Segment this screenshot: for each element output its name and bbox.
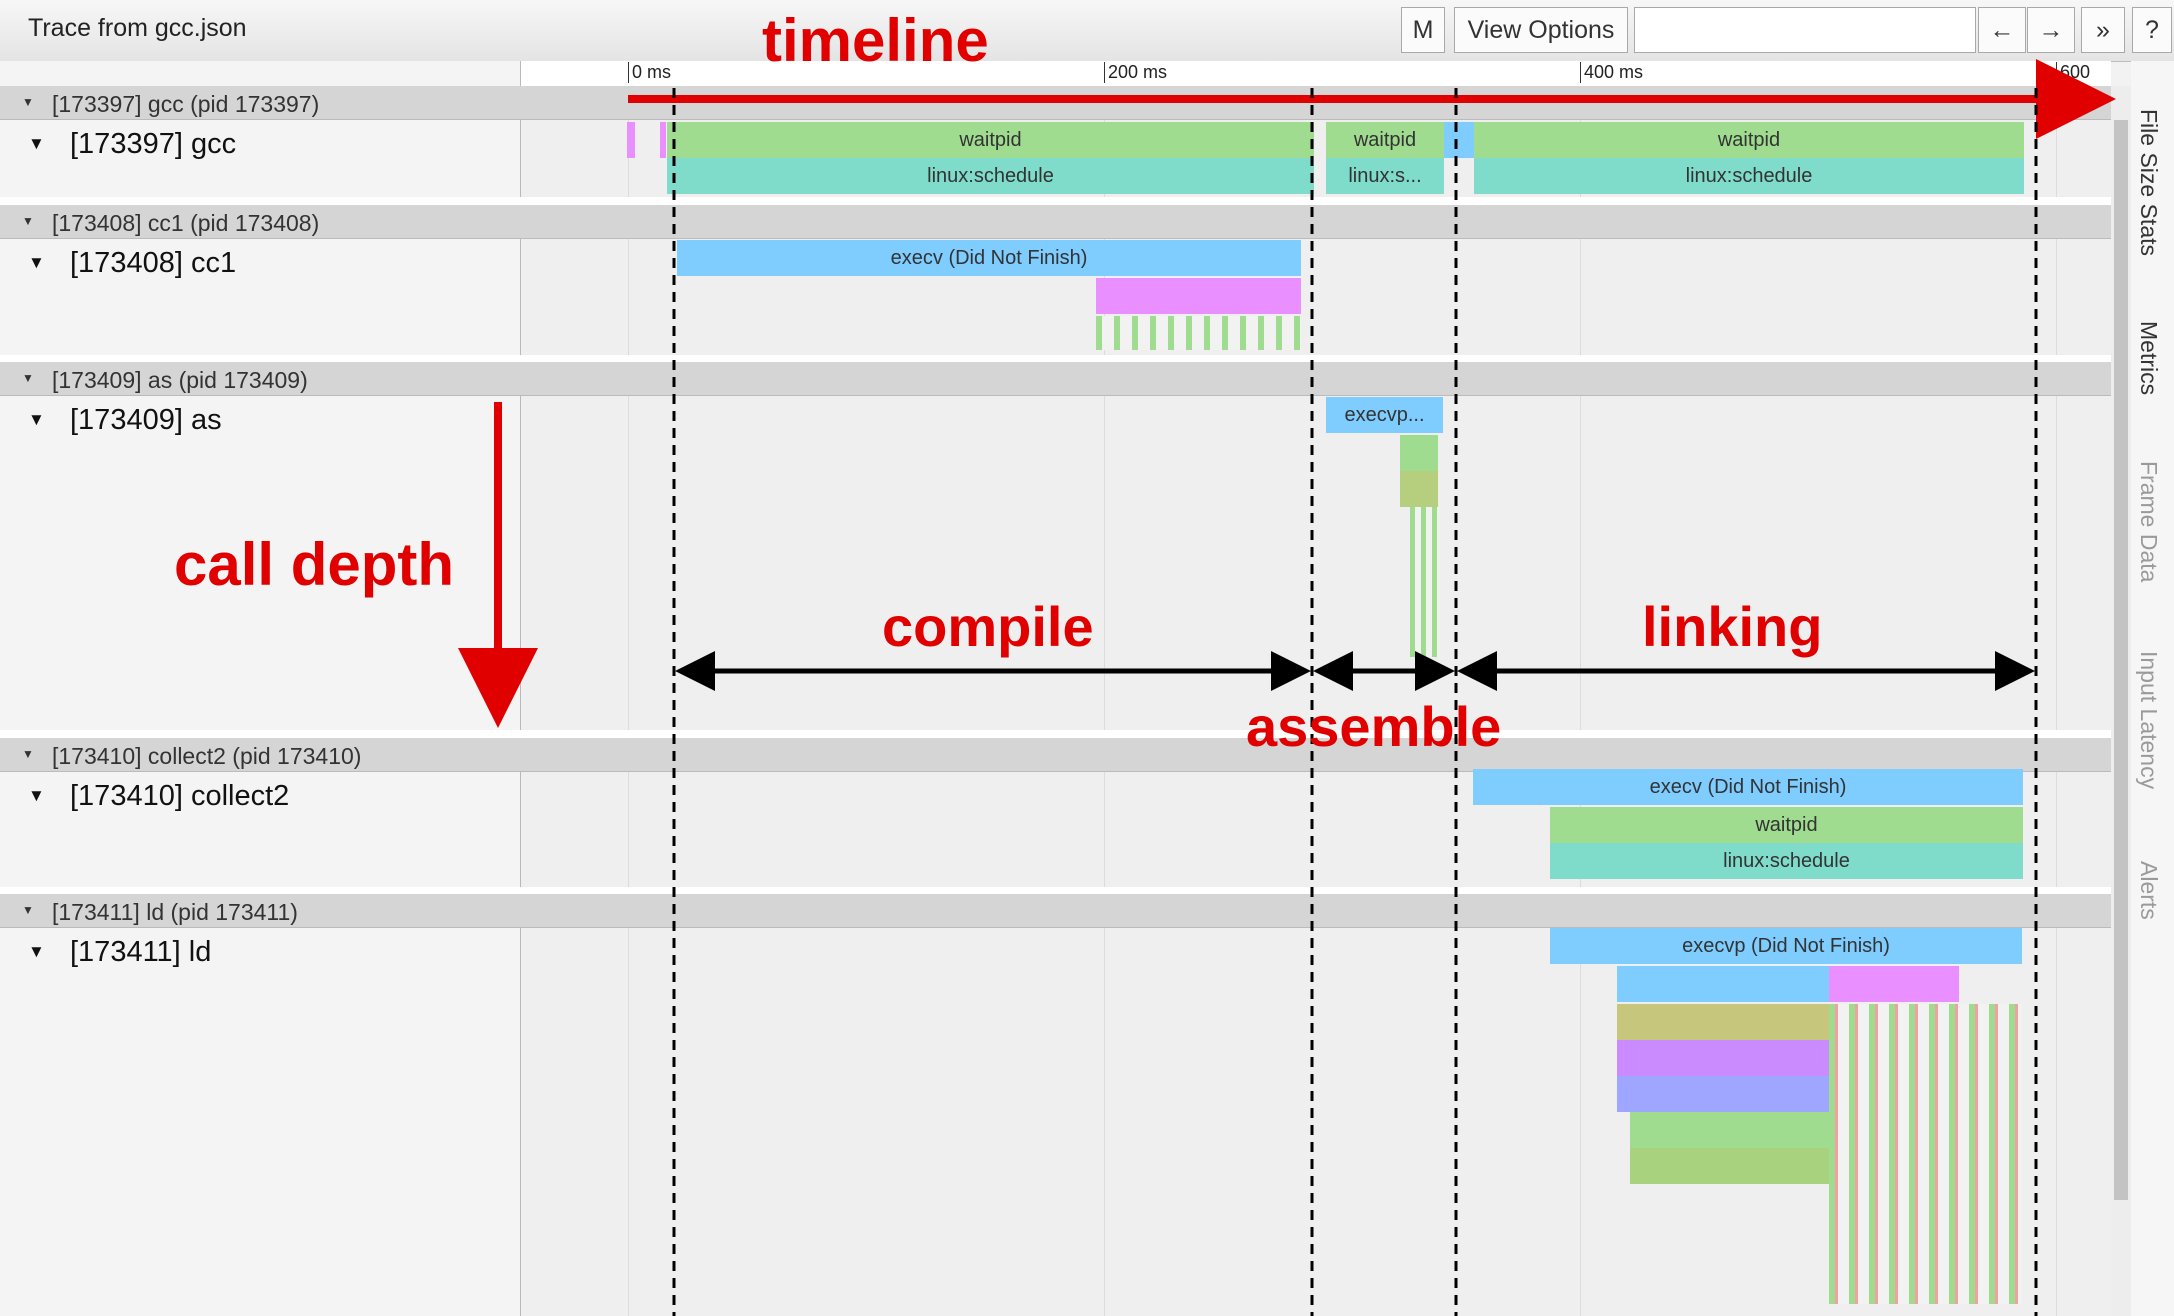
slice[interactable]	[1617, 966, 1829, 1002]
slice[interactable]	[660, 122, 666, 158]
search-input[interactable]	[1634, 7, 1976, 53]
expand-triangle-icon[interactable]: ▼	[22, 371, 34, 385]
help-button[interactable]: ?	[2132, 7, 2172, 53]
slice-waitpid[interactable]: waitpid	[1474, 122, 2024, 158]
prev-arrow-button[interactable]: ←	[1978, 7, 2026, 53]
slice[interactable]	[1400, 471, 1438, 507]
ruler-tick: 0 ms	[628, 62, 671, 83]
linking-label: linking	[1642, 595, 1823, 658]
slice-linux-schedule[interactable]: linux:schedule	[667, 158, 1314, 194]
slice-waitpid[interactable]: waitpid	[667, 122, 1314, 158]
compile-label: compile	[882, 595, 1094, 658]
thread-label-as: [173409] as	[70, 404, 222, 436]
slice-execv[interactable]: execv (Did Not Finish)	[677, 240, 1301, 276]
slice[interactable]	[1630, 1112, 1830, 1148]
time-ruler[interactable]: 0 ms 200 ms 400 ms 600 ms	[521, 61, 2111, 104]
slice-linux-schedule[interactable]: linux:s...	[1326, 158, 1444, 194]
call-depth-label: call depth	[174, 531, 455, 598]
slice[interactable]	[1617, 1004, 1829, 1040]
tab-input-latency[interactable]: Input Latency	[2135, 651, 2162, 789]
vertical-scrollbar[interactable]	[2111, 86, 2131, 1316]
slice[interactable]	[1829, 966, 1959, 1002]
ruler-tick: 400 ms	[1580, 62, 1643, 83]
process-header-ld[interactable]: ▼ [173411] ld (pid 173411)	[0, 894, 2111, 928]
expand-triangle-icon[interactable]: ▼	[22, 214, 34, 228]
slice-execv[interactable]: execv (Did Not Finish)	[1473, 769, 2023, 805]
toolbar: Trace from gcc.json M View Options ← → »…	[0, 0, 2174, 62]
side-panel-tabs: File Size Stats Metrics Frame Data Input…	[2131, 61, 2174, 1316]
slice-linux-schedule[interactable]: linux:schedule	[1550, 843, 2023, 879]
slice-linux-schedule[interactable]: linux:schedule	[1474, 158, 2024, 194]
thread-expand-icon[interactable]: ▼	[28, 134, 45, 154]
more-button[interactable]: »	[2081, 7, 2125, 53]
expand-triangle-icon[interactable]: ▼	[22, 95, 34, 109]
thread-label-ld: [173411] ld	[70, 936, 212, 968]
slice[interactable]	[1829, 1004, 2022, 1304]
slice[interactable]	[1410, 507, 1440, 657]
process-header-cc1[interactable]: ▼ [173408] cc1 (pid 173408)	[0, 205, 2111, 239]
slice[interactable]	[627, 122, 635, 158]
slice[interactable]	[1630, 1148, 1830, 1184]
slice[interactable]	[1400, 435, 1438, 471]
scrollbar-thumb[interactable]	[2114, 120, 2128, 1200]
trace-title: Trace from gcc.json	[28, 14, 247, 42]
thread-expand-icon[interactable]: ▼	[28, 410, 45, 430]
tab-alerts[interactable]: Alerts	[2135, 861, 2162, 920]
process-header-as[interactable]: ▼ [173409] as (pid 173409)	[0, 362, 2111, 396]
thread-expand-icon[interactable]: ▼	[28, 786, 45, 806]
expand-triangle-icon[interactable]: ▼	[22, 747, 34, 761]
expand-triangle-icon[interactable]: ▼	[22, 903, 34, 917]
tab-file-size-stats[interactable]: File Size Stats	[2135, 109, 2162, 256]
process-header-collect2[interactable]: ▼ [173410] collect2 (pid 173410)	[0, 738, 2111, 772]
ruler-tick: 200 ms	[1104, 62, 1167, 83]
slice[interactable]	[1617, 1076, 1829, 1112]
tab-metrics[interactable]: Metrics	[2135, 321, 2162, 395]
slice-waitpid[interactable]: waitpid	[1550, 807, 2023, 843]
thread-expand-icon[interactable]: ▼	[28, 942, 45, 962]
process-header-gcc[interactable]: ▼ [173397] gcc (pid 173397)	[0, 86, 2111, 120]
slice-execvp[interactable]: execvp...	[1326, 397, 1443, 433]
slice[interactable]	[1096, 278, 1301, 314]
thread-label-cc1: [173408] cc1	[70, 247, 237, 279]
timeline-label: timeline	[762, 7, 989, 74]
thread-label-collect2: [173410] collect2	[70, 780, 290, 812]
slice[interactable]	[1444, 122, 1474, 158]
tab-frame-data[interactable]: Frame Data	[2135, 461, 2162, 582]
m-button[interactable]: M	[1401, 7, 1445, 53]
thread-expand-icon[interactable]: ▼	[28, 253, 45, 273]
next-arrow-button[interactable]: →	[2027, 7, 2075, 53]
assemble-label: assemble	[1246, 695, 1502, 758]
slice-execvp[interactable]: execvp (Did Not Finish)	[1550, 928, 2022, 964]
slice[interactable]	[1096, 316, 1301, 350]
thread-label-gcc: [173397] gcc	[70, 128, 237, 160]
slice-waitpid[interactable]: waitpid	[1326, 122, 1444, 158]
slice[interactable]	[1617, 1040, 1829, 1076]
view-options-button[interactable]: View Options	[1454, 7, 1628, 53]
